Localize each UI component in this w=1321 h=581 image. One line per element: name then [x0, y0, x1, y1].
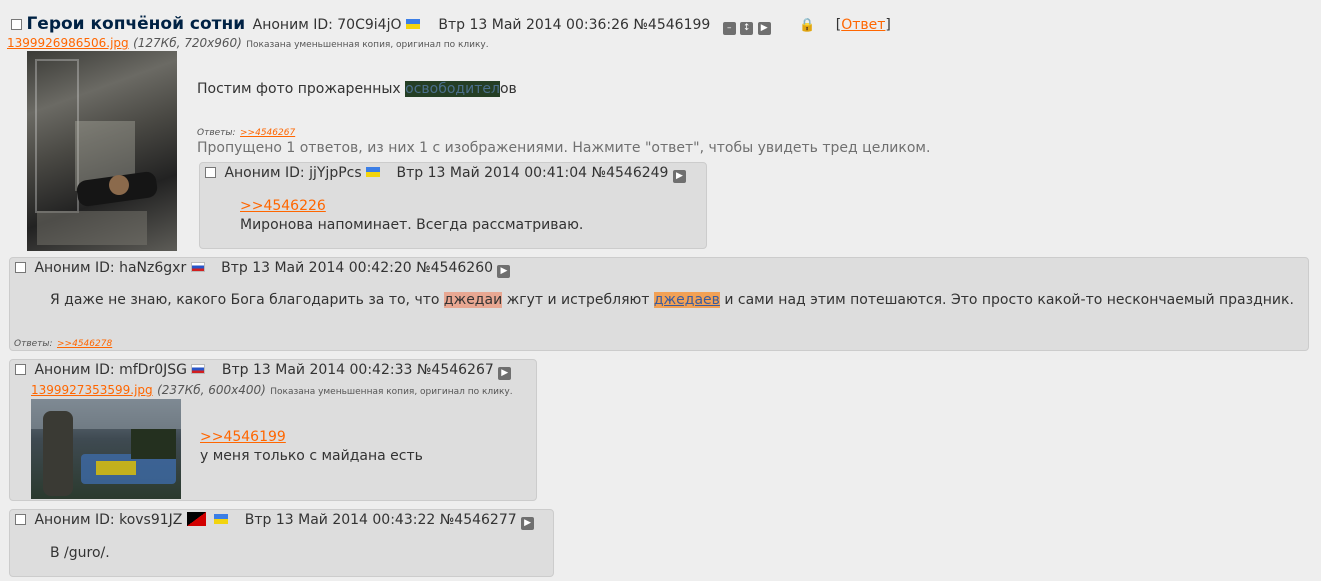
op-date: Втр 13 Май 2014 00:36:26: [438, 17, 629, 33]
reply-select-checkbox[interactable]: [15, 262, 26, 273]
hide-icon[interactable]: –: [722, 22, 736, 35]
post-number[interactable]: №4546277: [440, 512, 517, 528]
reply-select-checkbox[interactable]: [205, 167, 216, 178]
lock-icon: 🔒: [799, 18, 816, 33]
file-link[interactable]: 1399927353599.jpg: [31, 383, 153, 397]
thumbnail-image[interactable]: [31, 399, 181, 499]
reply-post: Аноним ID: jjYjpPcs Втр 13 Май 2014 00:4…: [199, 162, 707, 249]
op-replies: Ответы: >>4546267: [197, 123, 295, 139]
file-info: 1399927353599.jpg (237Кб, 600x400) Показ…: [31, 382, 513, 398]
play-icon[interactable]: ▶: [497, 265, 511, 278]
post-number[interactable]: №4546267: [417, 362, 494, 378]
play-icon[interactable]: ▶: [521, 517, 535, 530]
poster-name: Аноним: [34, 512, 91, 528]
op-subject: Герои копчёной сотни: [26, 14, 246, 34]
op-file-note: Показана уменьшенная копия, оригинал по …: [246, 40, 489, 50]
post-highlight: джедаи: [443, 292, 503, 308]
poster-name: Аноним: [34, 260, 91, 276]
poster-id: ID: kovs91JZ: [95, 512, 183, 528]
op-select-checkbox[interactable]: [11, 19, 22, 30]
op-reply-bracket: [Ответ]: [835, 17, 891, 33]
poster-name: Аноним: [224, 165, 281, 181]
file-size: (237Кб, 600x400): [157, 383, 266, 397]
post-message: Миронова напоминает. Всегда рассматриваю…: [240, 217, 584, 233]
replies-link[interactable]: >>4546278: [57, 339, 112, 349]
replies-label: Ответы:: [14, 339, 53, 349]
post-message: Я даже не знаю, какого Бога благодарить …: [50, 292, 1294, 308]
op-replies-label: Ответы:: [197, 128, 236, 138]
op-reply-link[interactable]: Ответ: [841, 17, 885, 33]
op-file-info: 1399926986506.jpg (127Кб, 720x960) Показ…: [7, 35, 489, 51]
op-thumbnail-image[interactable]: [27, 51, 177, 251]
post-message: В /guro/.: [50, 545, 110, 561]
ukraine-flag-icon: [405, 19, 420, 29]
reply-header: Аноним ID: jjYjpPcs Втр 13 Май 2014 00:4…: [205, 165, 686, 183]
op-file-size: (127Кб, 720x960): [133, 36, 242, 50]
russia-flag-icon: [191, 364, 206, 374]
omitted-posts-notice: Пропущено 1 ответов, из них 1 с изображе…: [197, 140, 931, 156]
post-text-part: Я даже не знаю, какого Бога благодарить …: [50, 292, 444, 308]
op-message-highlight: освободител: [405, 81, 500, 97]
post-highlight: джедаев: [653, 292, 720, 308]
reply-header: Аноним ID: kovs91JZ Втр 13 Май 2014 00:4…: [15, 512, 535, 530]
reply-post: Аноним ID: kovs91JZ Втр 13 Май 2014 00:4…: [9, 509, 554, 577]
ukraine-flag-icon: [366, 167, 381, 177]
play-icon[interactable]: ▶: [672, 170, 686, 183]
op-header: Герои копчёной сотни Аноним ID: 70C9i4jO…: [11, 14, 891, 35]
op-poster-id: ID: 70C9i4jO: [313, 17, 402, 33]
op-replies-link[interactable]: >>4546267: [240, 128, 295, 138]
op-message: Постим фото прожаренных освободителов: [197, 81, 517, 97]
post-date: Втр 13 Май 2014 00:42:33: [221, 362, 413, 378]
russia-flag-icon: [190, 262, 205, 272]
reply-select-checkbox[interactable]: [15, 514, 26, 525]
play-icon[interactable]: ▶: [757, 22, 771, 35]
quote-link[interactable]: >>4546199: [200, 429, 286, 445]
post-text-part: жгут и истребляют: [502, 292, 654, 308]
post-replies: Ответы: >>4546278: [14, 334, 112, 350]
expand-icon[interactable]: ↕: [740, 22, 754, 35]
ukraine-flag-icon: [214, 514, 229, 524]
poster-name: Аноним: [34, 362, 91, 378]
reply-post: Аноним ID: mfDr0JSG Втр 13 Май 2014 00:4…: [9, 359, 537, 501]
post-date: Втр 13 Май 2014 00:43:22: [244, 512, 436, 528]
reply-header: Аноним ID: mfDr0JSG Втр 13 Май 2014 00:4…: [15, 362, 512, 380]
poster-id: ID: jjYjpPcs: [285, 165, 362, 181]
reply-post: Аноним ID: haNz6gxr Втр 13 Май 2014 00:4…: [9, 257, 1309, 351]
poster-id: ID: mfDr0JSG: [95, 362, 187, 378]
poster-id: ID: haNz6gxr: [95, 260, 187, 276]
op-post-number[interactable]: №4546199: [633, 17, 710, 33]
file-note: Показана уменьшенная копия, оригинал по …: [270, 387, 513, 397]
reply-select-checkbox[interactable]: [15, 364, 26, 375]
op-message-suffix: ов: [499, 81, 517, 97]
post-date: Втр 13 Май 2014 00:41:04: [396, 165, 588, 181]
op-file-link[interactable]: 1399926986506.jpg: [7, 36, 129, 50]
quote-link[interactable]: >>4546226: [240, 198, 326, 214]
play-icon[interactable]: ▶: [498, 367, 512, 380]
post-text-part: и сами над этим потешаются. Это просто к…: [719, 292, 1294, 308]
anarcho-flag-icon: [186, 512, 206, 526]
post-number[interactable]: №4546249: [592, 165, 669, 181]
reply-header: Аноним ID: haNz6gxr Втр 13 Май 2014 00:4…: [15, 260, 511, 278]
post-message: у меня только с майдана есть: [200, 448, 423, 464]
op-message-text: Постим фото прожаренных: [197, 81, 406, 97]
post-number[interactable]: №4546260: [416, 260, 493, 276]
post-date: Втр 13 Май 2014 00:42:20: [221, 260, 412, 276]
op-poster-name: Аноним: [252, 17, 309, 33]
